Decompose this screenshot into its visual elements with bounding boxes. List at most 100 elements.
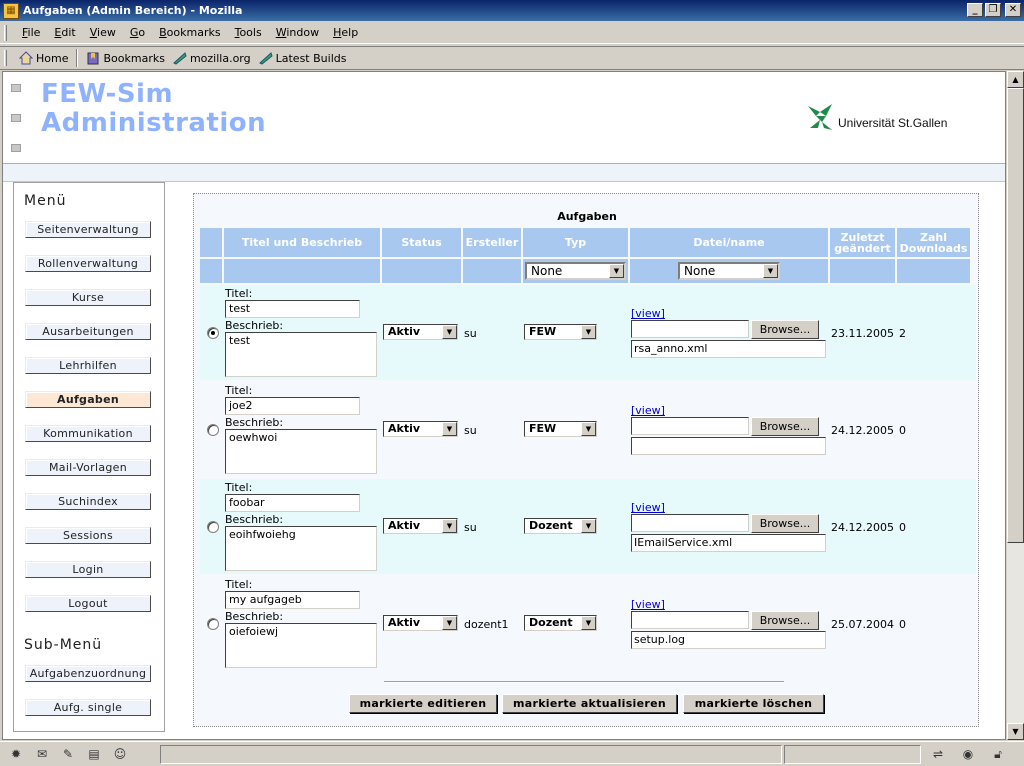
sidebar-item-seitenverwaltung[interactable]: Seitenverwaltung bbox=[25, 221, 151, 238]
browse-button[interactable]: Browse... bbox=[751, 611, 819, 630]
sidebar-item-kommunikation[interactable]: Kommunikation bbox=[25, 425, 151, 442]
sidebar-item-login[interactable]: Login bbox=[25, 561, 151, 578]
view-link[interactable]: [view] bbox=[631, 307, 665, 320]
filename-field[interactable]: rsa_anno.xml bbox=[631, 340, 826, 358]
sidebar-subitem-aufg-single[interactable]: Aufg. single bbox=[25, 699, 151, 716]
row-select-radio[interactable] bbox=[207, 424, 219, 436]
menu-view-key: V bbox=[89, 26, 98, 39]
view-link[interactable]: [view] bbox=[631, 598, 665, 611]
chat-icon[interactable]: ☺ bbox=[110, 745, 130, 763]
vertical-scrollbar[interactable]: ▲ ▼ bbox=[1007, 71, 1024, 740]
status-select[interactable]: Aktiv ▼ bbox=[383, 518, 458, 534]
chevron-down-icon[interactable]: ▼ bbox=[609, 264, 624, 278]
chevron-down-icon[interactable]: ▼ bbox=[442, 616, 457, 630]
menu-tools[interactable]: Tools bbox=[228, 26, 269, 39]
chevron-down-icon[interactable]: ▼ bbox=[581, 616, 596, 630]
row-select-radio[interactable] bbox=[207, 521, 219, 533]
row-select-radio[interactable] bbox=[207, 618, 219, 630]
scroll-up-button[interactable]: ▲ bbox=[1007, 71, 1024, 88]
changed-cell: 25.07.2004 bbox=[831, 618, 894, 631]
downloads-cell: 0 bbox=[899, 521, 906, 534]
filter-cell bbox=[224, 259, 380, 283]
menu-help[interactable]: Help bbox=[326, 26, 365, 39]
edit-selected-button[interactable]: markierte editieren bbox=[349, 694, 497, 713]
brand-line-2: Administration bbox=[41, 108, 267, 138]
view-link[interactable]: [view] bbox=[631, 501, 665, 514]
mozilla-org-link[interactable]: mozilla.org bbox=[169, 51, 255, 65]
type-select[interactable]: Dozent ▼ bbox=[524, 518, 597, 534]
desc-textarea[interactable]: oewhwoi bbox=[225, 429, 377, 474]
filename-field[interactable] bbox=[631, 437, 826, 455]
title-input[interactable]: joe2 bbox=[225, 397, 360, 415]
title-input[interactable]: foobar bbox=[225, 494, 360, 512]
chevron-down-icon[interactable]: ▼ bbox=[581, 422, 596, 436]
view-link[interactable]: [view] bbox=[631, 404, 665, 417]
sidebar-item-mail-vorlagen[interactable]: Mail-Vorlagen bbox=[25, 459, 151, 476]
file-upload-input[interactable] bbox=[631, 611, 749, 629]
type-select[interactable]: FEW ▼ bbox=[524, 324, 597, 340]
status-select[interactable]: Aktiv ▼ bbox=[383, 421, 458, 437]
mail-icon[interactable]: ✉ bbox=[32, 745, 52, 763]
file-upload-input[interactable] bbox=[631, 417, 749, 435]
home-button[interactable]: Home bbox=[15, 51, 72, 65]
chevron-down-icon[interactable]: ▼ bbox=[581, 325, 596, 339]
menu-edit[interactable]: Edit bbox=[47, 26, 82, 39]
sidebar-item-aufgaben[interactable]: Aufgaben bbox=[25, 391, 151, 408]
downloads-cell: 2 bbox=[899, 327, 906, 340]
menu-bookmarks[interactable]: Bookmarks bbox=[152, 26, 227, 39]
chevron-down-icon[interactable]: ▼ bbox=[442, 422, 457, 436]
file-filter-select[interactable]: None ▼ bbox=[678, 262, 780, 280]
menu-view[interactable]: View bbox=[83, 26, 123, 39]
menu-window[interactable]: Window bbox=[269, 26, 326, 39]
title-input[interactable]: test bbox=[225, 300, 360, 318]
browse-button[interactable]: Browse... bbox=[751, 514, 819, 533]
type-filter-select[interactable]: None ▼ bbox=[525, 262, 626, 280]
navigator-icon[interactable]: ✹ bbox=[6, 745, 26, 763]
minimize-button[interactable]: _ bbox=[967, 3, 983, 17]
menu-grip[interactable] bbox=[4, 24, 7, 41]
browse-button[interactable]: Browse... bbox=[751, 320, 819, 339]
main-panel: Aufgaben Titel und Beschrieb Status Erst… bbox=[193, 193, 979, 727]
desc-textarea[interactable]: eoihfwoiehg bbox=[225, 526, 377, 571]
scroll-thumb[interactable] bbox=[1007, 88, 1024, 543]
menu-window-key: W bbox=[275, 26, 287, 39]
filename-field[interactable]: setup.log bbox=[631, 631, 826, 649]
sidebar-item-lehrhilfen[interactable]: Lehrhilfen bbox=[25, 357, 151, 374]
sidebar-item-ausarbeitungen[interactable]: Ausarbeitungen bbox=[25, 323, 151, 340]
filename-field[interactable]: IEmailService.xml bbox=[631, 534, 826, 552]
maximize-button[interactable]: ❐ bbox=[985, 3, 1001, 17]
status-select[interactable]: Aktiv ▼ bbox=[383, 615, 458, 631]
sidebar-item-logout[interactable]: Logout bbox=[25, 595, 151, 612]
type-select[interactable]: FEW ▼ bbox=[524, 421, 597, 437]
chevron-down-icon[interactable]: ▼ bbox=[763, 264, 778, 278]
sidebar-item-suchindex[interactable]: Suchindex bbox=[25, 493, 151, 510]
address-book-icon[interactable]: ▤ bbox=[84, 745, 104, 763]
bookmarks-button[interactable]: Bookmarks bbox=[82, 51, 168, 65]
chevron-down-icon[interactable]: ▼ bbox=[442, 519, 457, 533]
close-button[interactable]: ✕ bbox=[1005, 3, 1021, 17]
file-upload-input[interactable] bbox=[631, 514, 749, 532]
desc-textarea[interactable]: oiefoiewj bbox=[225, 623, 377, 668]
sidebar-item-sessions[interactable]: Sessions bbox=[25, 527, 151, 544]
delete-selected-button[interactable]: markierte löschen bbox=[683, 694, 824, 713]
menu-file[interactable]: File bbox=[15, 26, 47, 39]
toolbar-separator bbox=[76, 49, 79, 67]
composer-icon[interactable]: ✎ bbox=[58, 745, 78, 763]
type-select[interactable]: Dozent ▼ bbox=[524, 615, 597, 631]
latest-builds-link[interactable]: Latest Builds bbox=[255, 51, 351, 65]
menu-go[interactable]: Go bbox=[123, 26, 152, 39]
title-input[interactable]: my aufgageb bbox=[225, 591, 360, 609]
chevron-down-icon[interactable]: ▼ bbox=[442, 325, 457, 339]
sidebar-item-kurse[interactable]: Kurse bbox=[25, 289, 151, 306]
scroll-down-button[interactable]: ▼ bbox=[1007, 723, 1024, 740]
desc-textarea[interactable]: test bbox=[225, 332, 377, 377]
toolbar-grip[interactable] bbox=[4, 50, 7, 66]
file-upload-input[interactable] bbox=[631, 320, 749, 338]
row-select-radio[interactable] bbox=[207, 327, 219, 339]
chevron-down-icon[interactable]: ▼ bbox=[581, 519, 596, 533]
update-selected-button[interactable]: markierte aktualisieren bbox=[502, 694, 677, 713]
status-select[interactable]: Aktiv ▼ bbox=[383, 324, 458, 340]
browse-button[interactable]: Browse... bbox=[751, 417, 819, 436]
sidebar-item-rollenverwaltung[interactable]: Rollenverwaltung bbox=[25, 255, 151, 272]
sidebar-subitem-aufgabenzuordnung[interactable]: Aufgabenzuordnung bbox=[25, 665, 151, 682]
